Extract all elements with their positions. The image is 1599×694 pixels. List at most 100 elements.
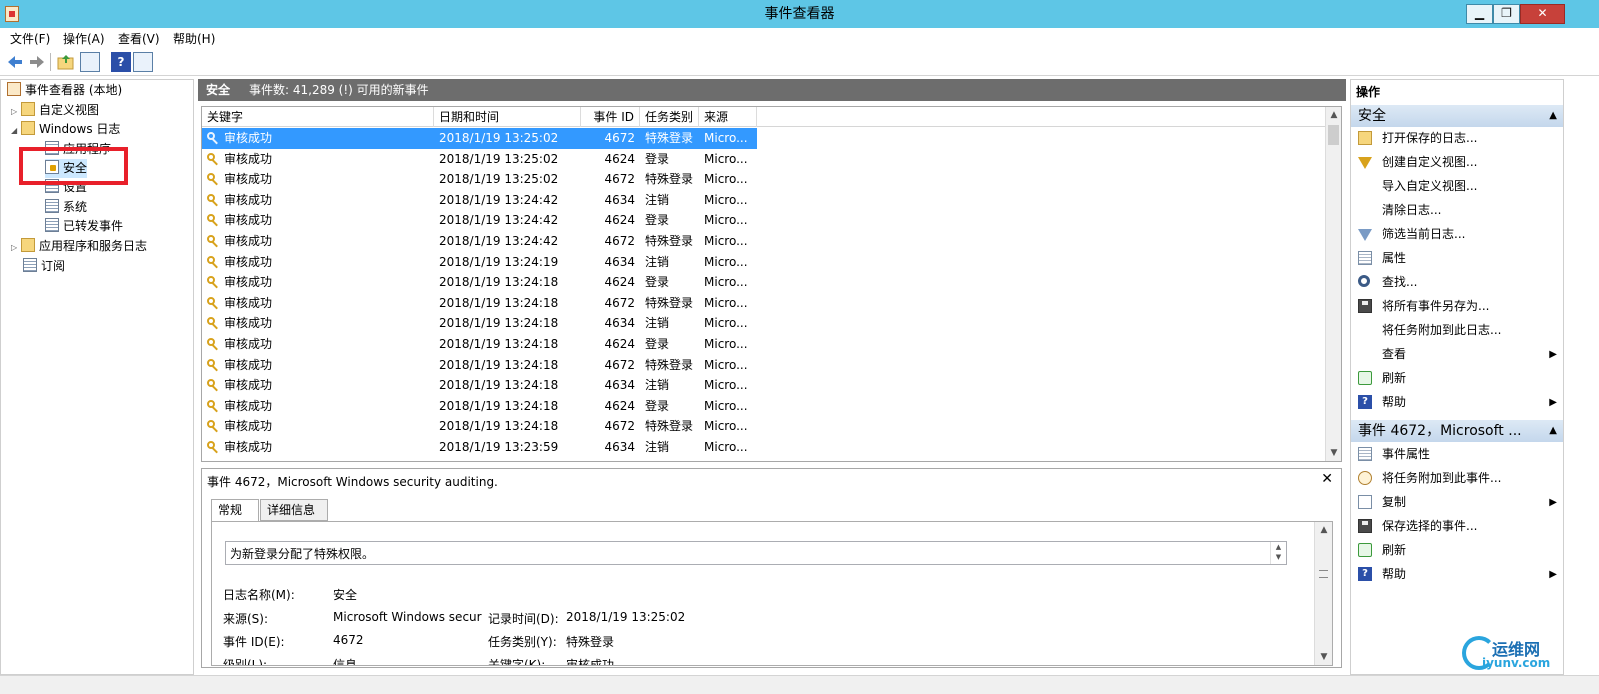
scroll-down-icon[interactable]: ▼ <box>1315 649 1332 665</box>
event-row[interactable]: 审核成功 2018/1/19 13:24:19 4634 注销 Micro... <box>202 252 1326 273</box>
tree-item-custom-views[interactable]: ▷ 自定义视图 <box>11 101 99 120</box>
event-row[interactable]: 审核成功 2018/1/19 13:24:18 4672 特殊登录 Micro... <box>202 293 1326 314</box>
event-row[interactable]: 审核成功 2018/1/19 13:24:18 4624 登录 Micro... <box>202 396 1326 417</box>
action-item[interactable]: ? 帮助 ▶ <box>1351 391 1563 414</box>
scroll-down-icon[interactable]: ▼ <box>1326 445 1341 461</box>
action-label: 复制 <box>1382 495 1407 509</box>
event-datetime: 2018/1/19 13:24:18 <box>439 316 559 331</box>
help-icon[interactable]: ? <box>111 52 131 72</box>
event-row[interactable]: 审核成功 2018/1/19 13:23:59 4634 注销 Micro... <box>202 437 1326 458</box>
tree-item-system[interactable]: 系统 <box>45 198 87 217</box>
source-label: 来源(S): <box>223 612 269 626</box>
event-source: Micro... <box>704 378 748 393</box>
close-details-icon[interactable]: ✕ <box>1321 471 1333 487</box>
event-row[interactable]: 审核成功 2018/1/19 13:25:02 4624 登录 Micro... <box>202 149 1326 170</box>
tab-general[interactable]: 常规 <box>211 499 259 522</box>
details-scrollbar[interactable]: ▲ ▼ <box>1314 522 1332 665</box>
show-hide-action-pane-icon[interactable] <box>133 52 153 72</box>
action-label: 保存选择的事件... <box>1382 519 1478 533</box>
tree-item-windows-logs[interactable]: ◢ Windows 日志 <box>11 120 120 139</box>
expand-arrow-icon[interactable]: ▷ <box>11 102 21 121</box>
event-source: Micro... <box>704 398 748 413</box>
actions-section-security[interactable]: 安全 ▲ <box>1351 105 1563 127</box>
close-window-button[interactable]: ✕ <box>1520 4 1565 24</box>
action-item[interactable]: 刷新 <box>1351 539 1563 562</box>
event-description-box[interactable]: 为新登录分配了特殊权限。 ▲ ▼ <box>225 541 1287 565</box>
tree-item-root[interactable]: 事件查看器 (本地) <box>7 81 122 100</box>
column-header-datetime[interactable]: 日期和时间 <box>434 107 581 127</box>
action-item[interactable]: 事件属性 <box>1351 443 1563 466</box>
event-list-scrollbar[interactable]: ▲ ▼ <box>1325 107 1341 461</box>
action-item[interactable]: ? 帮助 ▶ <box>1351 563 1563 586</box>
action-item[interactable]: 将任务附加到此日志... <box>1351 319 1563 342</box>
action-item[interactable]: 打开保存的日志... <box>1351 127 1563 150</box>
scroll-grip[interactable] <box>1319 570 1328 578</box>
tree-item-app-service-logs[interactable]: ▷ 应用程序和服务日志 <box>11 237 147 256</box>
event-id: 4672 <box>604 357 635 372</box>
action-item[interactable]: 将任务附加到此事件... <box>1351 467 1563 490</box>
save-icon <box>1358 299 1372 313</box>
expand-arrow-icon[interactable]: ▷ <box>11 238 21 257</box>
event-row[interactable]: 审核成功 2018/1/19 13:24:18 4672 特殊登录 Micro... <box>202 416 1326 437</box>
tab-details[interactable]: 详细信息 <box>260 499 328 521</box>
menu-view[interactable]: 查看(V) <box>118 30 160 47</box>
event-source: Micro... <box>704 439 748 454</box>
collapse-section-icon[interactable]: ▲ <box>1549 105 1557 127</box>
filter-icon <box>1358 157 1372 169</box>
event-source: Micro... <box>704 419 748 434</box>
menu-file[interactable]: 文件(F) <box>10 30 50 47</box>
action-item[interactable]: 将所有事件另存为... <box>1351 295 1563 318</box>
action-item[interactable]: 清除日志... <box>1351 199 1563 222</box>
event-row[interactable]: 审核成功 2018/1/19 13:24:18 4672 特殊登录 Micro... <box>202 355 1326 376</box>
scroll-up-icon[interactable]: ▲ <box>1326 107 1341 123</box>
scroll-up-icon[interactable]: ▲ <box>1315 522 1332 538</box>
event-row[interactable]: 审核成功 2018/1/19 13:24:18 4634 注销 Micro... <box>202 313 1326 334</box>
column-header-source[interactable]: 来源 <box>699 107 757 127</box>
menu-help[interactable]: 帮助(H) <box>173 30 215 47</box>
collapse-arrow-icon[interactable]: ◢ <box>11 121 21 140</box>
show-hide-console-tree-icon[interactable] <box>80 52 100 72</box>
menu-action[interactable]: 操作(A) <box>63 30 105 47</box>
tree-item-forwarded-events[interactable]: 已转发事件 <box>45 217 123 236</box>
filter2-icon <box>1358 229 1372 241</box>
event-row[interactable]: 审核成功 <box>202 458 1326 462</box>
description-scroll-icon[interactable]: ▲ ▼ <box>1270 542 1286 564</box>
folder-up-icon[interactable] <box>56 52 76 72</box>
action-item[interactable]: 创建自定义视图... <box>1351 151 1563 174</box>
forward-arrow-icon[interactable] <box>27 52 47 72</box>
collapse-section-icon[interactable]: ▲ <box>1549 420 1557 442</box>
actions-pane: 操作 安全 ▲ 打开保存的日志... 创建自定义视图... 导入自定义视图... 清除… <box>1350 79 1564 675</box>
actions-section-event[interactable]: 事件 4672，Microsoft ... ▲ <box>1351 420 1563 442</box>
event-row[interactable]: 审核成功 2018/1/19 13:25:02 4672 特殊登录 Micro... <box>202 128 757 149</box>
column-header-keywords[interactable]: 关键字 <box>202 107 434 127</box>
minimize-button[interactable]: ▁ <box>1466 4 1493 24</box>
action-item[interactable]: 属性 <box>1351 247 1563 270</box>
action-item[interactable]: 刷新 <box>1351 367 1563 390</box>
event-keyword: 审核成功 <box>224 419 273 434</box>
action-item[interactable]: 复制 ▶ <box>1351 491 1563 514</box>
action-item[interactable]: 保存选择的事件... <box>1351 515 1563 538</box>
event-keyword: 审核成功 <box>224 439 273 454</box>
action-item[interactable]: 导入自定义视图... <box>1351 175 1563 198</box>
section-title: 事件 4672，Microsoft ... <box>1358 423 1522 439</box>
event-row[interactable]: 审核成功 2018/1/19 13:24:42 4624 登录 Micro... <box>202 210 1326 231</box>
tree-item-subscriptions[interactable]: 订阅 <box>23 257 65 276</box>
event-row[interactable]: 审核成功 2018/1/19 13:24:42 4634 注销 Micro... <box>202 190 1326 211</box>
scroll-thumb[interactable] <box>1328 125 1339 145</box>
event-list-header: 关键字 日期和时间 事件 ID 任务类别 来源 <box>202 107 1326 127</box>
action-item[interactable]: 查看 ▶ <box>1351 343 1563 366</box>
event-row[interactable]: 审核成功 2018/1/19 13:24:18 4624 登录 Micro... <box>202 334 1326 355</box>
action-item[interactable]: 查找... <box>1351 271 1563 294</box>
column-header-event-id[interactable]: 事件 ID <box>581 107 640 127</box>
action-item[interactable]: 筛选当前日志... <box>1351 223 1563 246</box>
event-row[interactable]: 审核成功 2018/1/19 13:24:42 4672 特殊登录 Micro... <box>202 231 1326 252</box>
action-label: 筛选当前日志... <box>1382 227 1466 241</box>
restore-button[interactable]: ❐ <box>1493 4 1520 24</box>
event-row[interactable]: 审核成功 2018/1/19 13:24:18 4624 登录 Micro... <box>202 272 1326 293</box>
event-row[interactable]: 审核成功 2018/1/19 13:25:02 4672 特殊登录 Micro... <box>202 169 1326 190</box>
column-header-task-category[interactable]: 任务类别 <box>640 107 699 127</box>
toolbar-separator <box>50 53 51 71</box>
event-row[interactable]: 审核成功 2018/1/19 13:24:18 4634 注销 Micro... <box>202 375 1326 396</box>
tree-item-label: 事件查看器 (本地) <box>25 83 123 97</box>
back-arrow-icon[interactable] <box>5 52 25 72</box>
